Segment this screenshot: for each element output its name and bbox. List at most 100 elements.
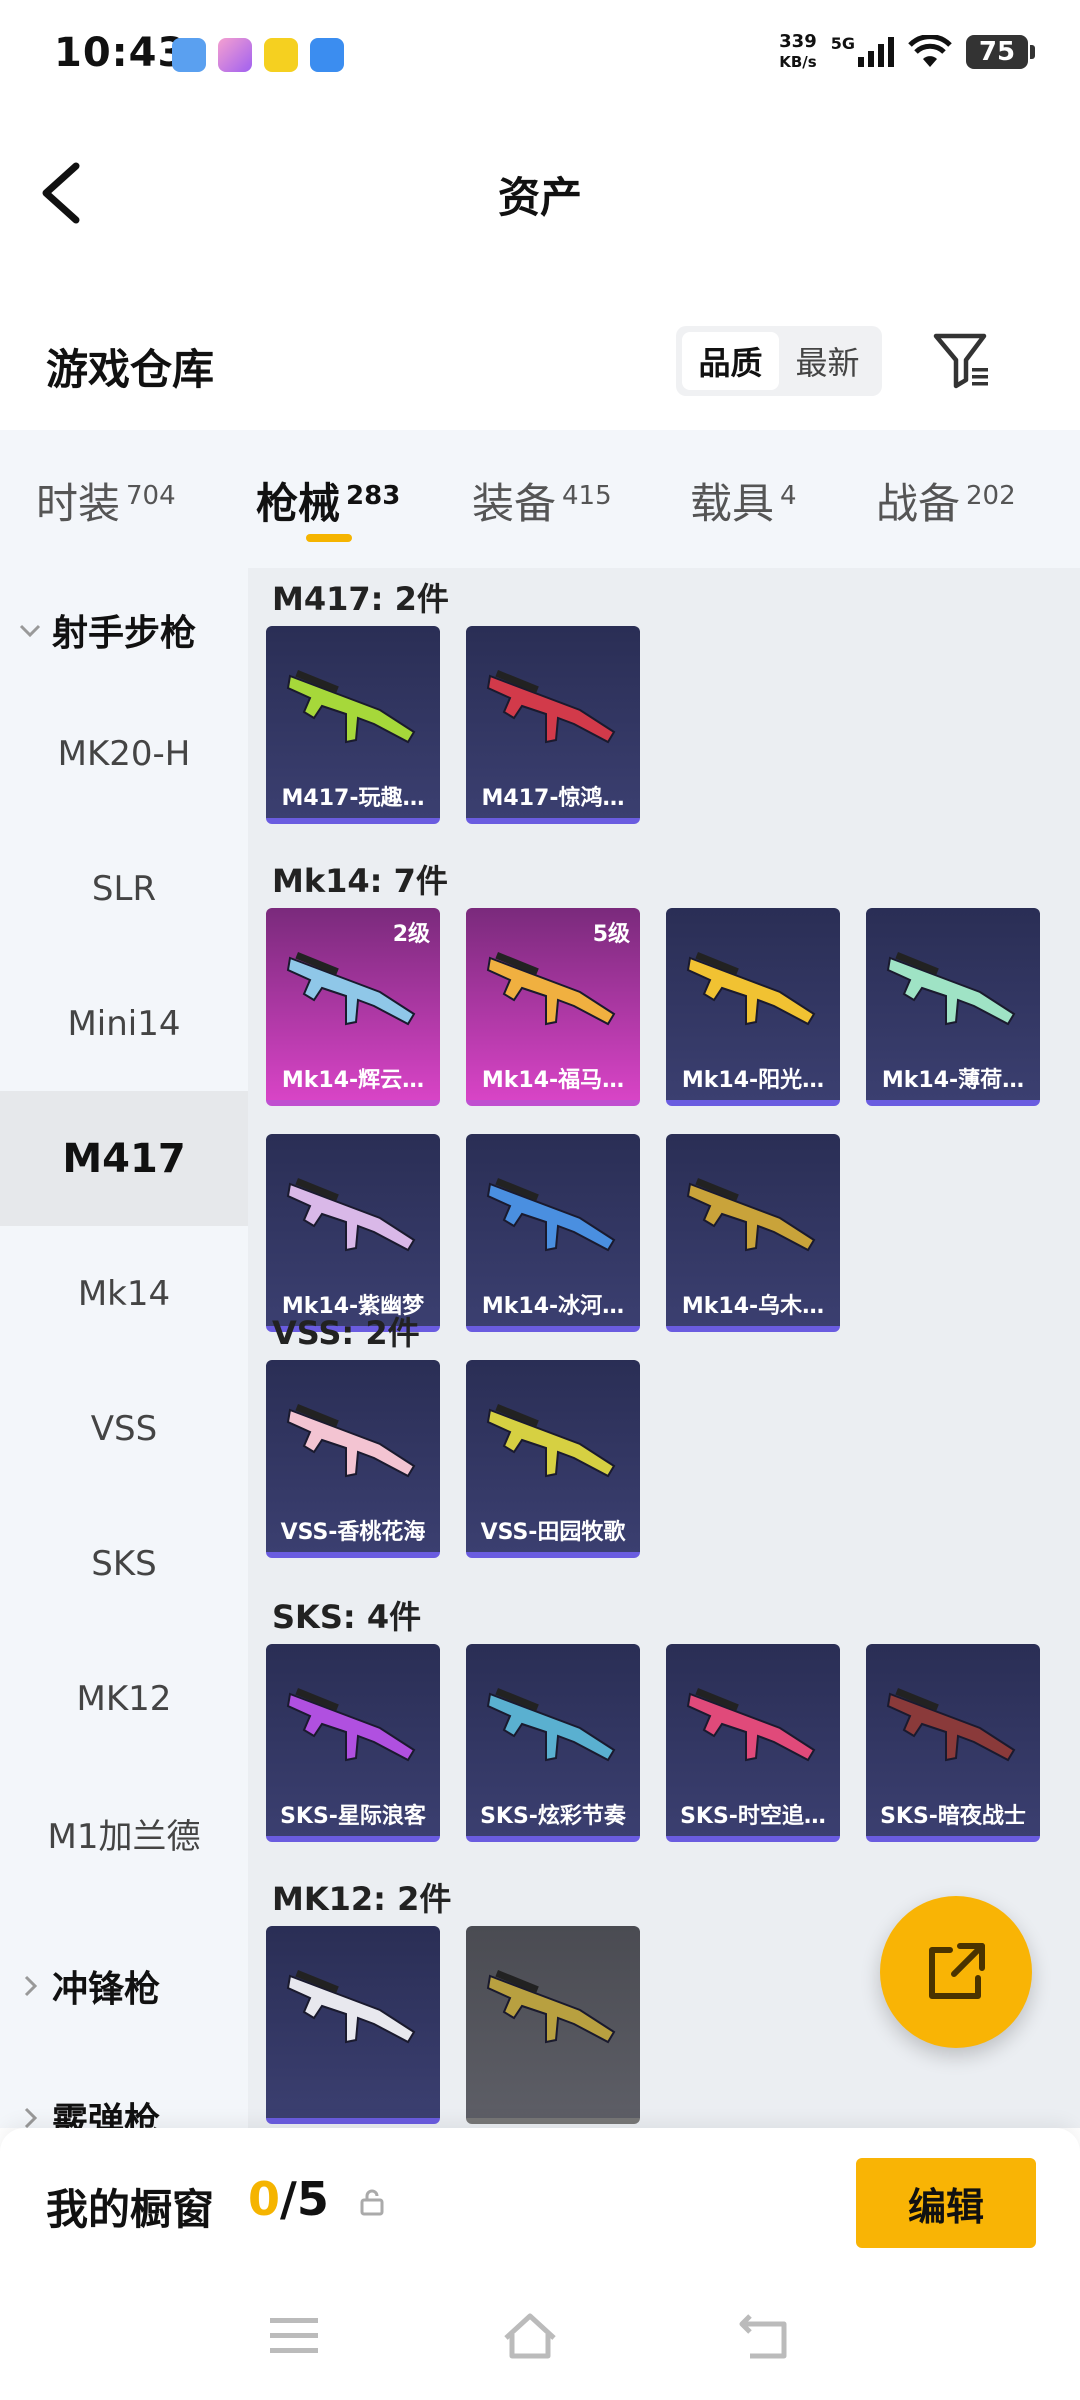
category-tabs: 时装 704 枪械 283 装备 415 载具 4 战备 202	[0, 430, 1080, 568]
back-icon[interactable]	[736, 2308, 796, 2364]
skin-name: SKS-炫彩节奏	[480, 1804, 626, 1829]
skin-card[interactable]: Mk14-冰河…	[466, 1134, 640, 1332]
gun-skin-image	[286, 1688, 416, 1762]
network-speed: 339 KB/s	[779, 31, 817, 72]
skin-name: Mk14-乌木…	[681, 1294, 825, 1319]
group-title: Mk14: 7件	[272, 862, 448, 900]
tab-equipment[interactable]: 装备 415	[472, 470, 612, 531]
skin-name: VSS-田园牧歌	[480, 1520, 626, 1545]
status-bar: 10:43 339 KB/s 5G 75	[0, 0, 1080, 110]
sidebar-category-marksman[interactable]: 射手步枪	[18, 604, 196, 656]
group-title: SKS: 4件	[272, 1598, 422, 1636]
gun-skin-image	[686, 952, 816, 1026]
gun-skin-image	[286, 1404, 416, 1478]
group-title: VSS: 2件	[272, 1314, 420, 1352]
group-title: MK12: 2件	[272, 1880, 452, 1918]
sidebar-item-slr[interactable]: SLR	[0, 821, 248, 956]
gun-skin-image	[486, 1178, 616, 1252]
gun-skin-image	[886, 1688, 1016, 1762]
sidebar-item-mk14[interactable]: Mk14	[0, 1226, 248, 1361]
skin-name: SKS-时空追…	[680, 1804, 826, 1829]
skin-card[interactable]: VSS-田园牧歌	[466, 1360, 640, 1558]
skin-card[interactable]: 5级 Mk14-福马…	[466, 908, 640, 1106]
skin-card[interactable]: Mk14-薄荷…	[866, 908, 1040, 1106]
gun-skin-image	[286, 1970, 416, 2044]
gun-skin-image	[286, 670, 416, 744]
section-title: 游戏仓库	[46, 345, 215, 394]
gun-skin-image	[686, 1688, 816, 1762]
skin-card[interactable]: 2级 Mk14-辉云…	[266, 908, 440, 1106]
gun-skin-image	[686, 1178, 816, 1252]
edit-button[interactable]: 编辑	[856, 2158, 1036, 2248]
cell-signal-icon: 5G	[831, 34, 894, 67]
wifi-icon	[908, 35, 952, 67]
game-notification-icon	[264, 38, 298, 72]
sidebar-item-m1-garand[interactable]: M1加兰德	[0, 1766, 248, 1901]
skin-card[interactable]: M417-惊鸿…	[466, 626, 640, 824]
sidebar-item-mini14[interactable]: Mini14	[0, 956, 248, 1091]
skin-card[interactable]: SKS-星际浪客	[266, 1644, 440, 1842]
tab-supplies[interactable]: 战备 202	[876, 470, 1016, 531]
group-title: M417: 2件	[272, 580, 449, 618]
sidebar-category-shotgun[interactable]: 霰弹枪	[18, 2092, 160, 2128]
crown-notification-icon	[218, 38, 252, 72]
share-external-icon	[929, 1943, 985, 1999]
skin-card[interactable]: Mk14-阳光…	[666, 908, 840, 1106]
app-header: 资产	[0, 140, 1080, 250]
app-notification-icon	[172, 38, 206, 72]
skin-card[interactable]: SKS-暗夜战士	[866, 1644, 1040, 1842]
gun-skin-image	[486, 1970, 616, 2044]
skin-card[interactable]: SKS-时空追…	[666, 1644, 840, 1842]
notification-icons	[172, 38, 344, 72]
weapon-skin-grid: M417: 2件 M417-玩趣… M417-惊鸿… Mk14: 7件 2级 Mk14-辉…	[248, 568, 1080, 2128]
sidebar-item-vss[interactable]: VSS	[0, 1361, 248, 1496]
battery-indicator: 75	[966, 35, 1035, 69]
sort-option-newest[interactable]: 最新	[779, 332, 876, 390]
skin-name: Mk14-辉云…	[281, 1068, 425, 1093]
filter-icon[interactable]	[932, 330, 992, 390]
tab-firearms[interactable]: 枪械 283	[256, 470, 400, 531]
sidebar-item-mk12[interactable]: MK12	[0, 1631, 248, 1766]
baidu-notification-icon	[310, 38, 344, 72]
page-title: 资产	[497, 173, 582, 222]
showcase-label: 我的橱窗	[46, 2185, 215, 2234]
skin-name: Mk14-福马…	[481, 1068, 625, 1093]
status-time: 10:43	[54, 30, 187, 76]
chevron-right-icon	[24, 1975, 38, 1997]
sidebar-item-mk20h[interactable]: MK20-H	[0, 686, 248, 821]
skin-level-badge: 5级	[592, 922, 630, 947]
skin-card[interactable]: M417-玩趣…	[266, 626, 440, 824]
skin-name: Mk14-薄荷…	[881, 1068, 1025, 1093]
weapon-type-sidebar: 射手步枪 MK20-H SLR Mini14 M417 Mk14 VSS SKS…	[0, 568, 248, 2128]
sidebar-item-m417[interactable]: M417	[0, 1091, 248, 1226]
gun-skin-image	[486, 1688, 616, 1762]
skin-card[interactable]: VSS-香桃花海	[266, 1360, 440, 1558]
skin-name: SKS-暗夜战士	[880, 1804, 1026, 1829]
gun-skin-image	[486, 1404, 616, 1478]
sidebar-item-sks[interactable]: SKS	[0, 1496, 248, 1631]
skin-card[interactable]	[266, 1926, 440, 2124]
skin-name: M417-惊鸿…	[481, 786, 625, 811]
skin-name: Mk14-阳光…	[681, 1068, 825, 1093]
sort-option-quality[interactable]: 品质	[682, 332, 779, 390]
gun-skin-image	[886, 952, 1016, 1026]
showcase-count: 0/5	[248, 2172, 329, 2226]
tab-fashion[interactable]: 时装 704	[36, 470, 176, 531]
skin-card[interactable]	[466, 1926, 640, 2124]
sidebar-category-smg[interactable]: 冲锋枪	[18, 1960, 160, 2012]
menu-icon[interactable]	[264, 2308, 324, 2364]
skin-level-badge: 2级	[392, 922, 430, 947]
gun-skin-image	[486, 670, 616, 744]
home-icon[interactable]	[500, 2308, 560, 2364]
skin-card[interactable]: Mk14-乌木…	[666, 1134, 840, 1332]
showcase-bar: 我的橱窗 0/5 编辑	[0, 2128, 1080, 2278]
gun-skin-image	[286, 1178, 416, 1252]
skin-card[interactable]: SKS-炫彩节奏	[466, 1644, 640, 1842]
system-nav-bar	[0, 2278, 1080, 2400]
lock-icon	[360, 2189, 384, 2216]
skin-card[interactable]: Mk14-紫幽梦	[266, 1134, 440, 1332]
tab-vehicles[interactable]: 载具 4	[690, 470, 797, 531]
share-button[interactable]	[880, 1896, 1032, 2048]
chevron-right-icon	[24, 2107, 38, 2128]
skin-name: SKS-星际浪客	[280, 1804, 426, 1829]
